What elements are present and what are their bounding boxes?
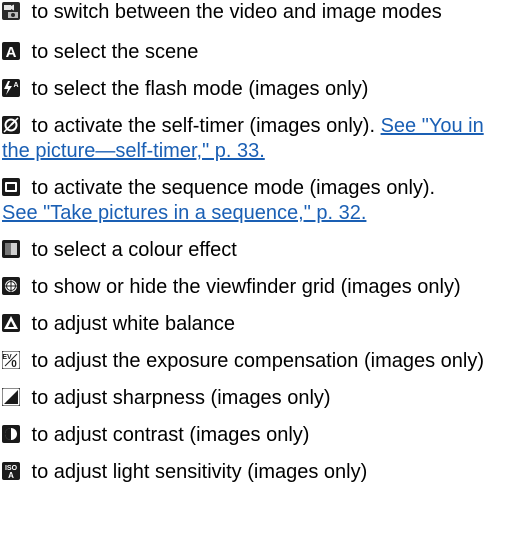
list-item: to adjust white balance bbox=[2, 312, 514, 337]
scene-auto-icon: A bbox=[2, 42, 20, 60]
sequence-mode-link[interactable]: See "Take pictures in a sequence," p. 32… bbox=[2, 202, 366, 224]
item-text: to show or hide the viewfinder grid (ima… bbox=[26, 276, 461, 298]
item-text: to activate the sequence mode (images on… bbox=[26, 177, 436, 199]
video-image-mode-icon bbox=[2, 2, 20, 20]
list-item: to show or hide the viewfinder grid (ima… bbox=[2, 275, 514, 300]
contrast-icon bbox=[2, 425, 20, 443]
flash-auto-icon: A bbox=[2, 79, 20, 97]
item-text: to activate the self-timer (images only)… bbox=[26, 115, 381, 137]
item-text: to adjust white balance bbox=[26, 313, 236, 335]
item-text: to adjust contrast (images only) bbox=[26, 424, 310, 446]
sharpness-icon bbox=[2, 388, 20, 406]
white-balance-icon bbox=[2, 314, 20, 332]
viewfinder-grid-icon bbox=[2, 277, 20, 295]
instruction-list: to switch between the video and image mo… bbox=[0, 0, 514, 485]
list-item: to switch between the video and image mo… bbox=[2, 0, 514, 28]
iso-icon: ISO A bbox=[2, 462, 20, 480]
item-text: to adjust the exposure compensation (ima… bbox=[26, 350, 485, 372]
item-text: to select a colour effect bbox=[26, 239, 237, 261]
colour-effect-icon bbox=[2, 240, 20, 258]
list-item: to adjust sharpness (images only) bbox=[2, 386, 514, 411]
item-text: to adjust sharpness (images only) bbox=[26, 387, 331, 409]
svg-text:A: A bbox=[8, 471, 14, 480]
list-item: A to select the flash mode (images only) bbox=[2, 77, 514, 102]
exposure-compensation-icon: EV 0 bbox=[2, 351, 20, 369]
list-item: to activate the sequence mode (images on… bbox=[2, 176, 514, 226]
item-text: to switch between the video and image mo… bbox=[26, 1, 442, 23]
sequence-mode-icon bbox=[2, 178, 20, 196]
self-timer-icon bbox=[2, 116, 20, 134]
item-text: to adjust light sensitivity (images only… bbox=[26, 461, 368, 483]
svg-text:0: 0 bbox=[11, 359, 17, 369]
list-item: EV 0 to adjust the exposure compensation … bbox=[2, 349, 514, 374]
svg-text:A: A bbox=[6, 44, 17, 60]
list-item: ISO A to adjust light sensitivity (images… bbox=[2, 460, 514, 485]
list-item: A to select the scene bbox=[2, 40, 514, 65]
item-text: to select the scene bbox=[26, 41, 199, 63]
item-text: to select the flash mode (images only) bbox=[26, 78, 369, 100]
svg-text:A: A bbox=[13, 82, 18, 89]
list-item: to adjust contrast (images only) bbox=[2, 423, 514, 448]
list-item: to select a colour effect bbox=[2, 238, 514, 263]
list-item: to activate the self-timer (images only)… bbox=[2, 114, 514, 164]
